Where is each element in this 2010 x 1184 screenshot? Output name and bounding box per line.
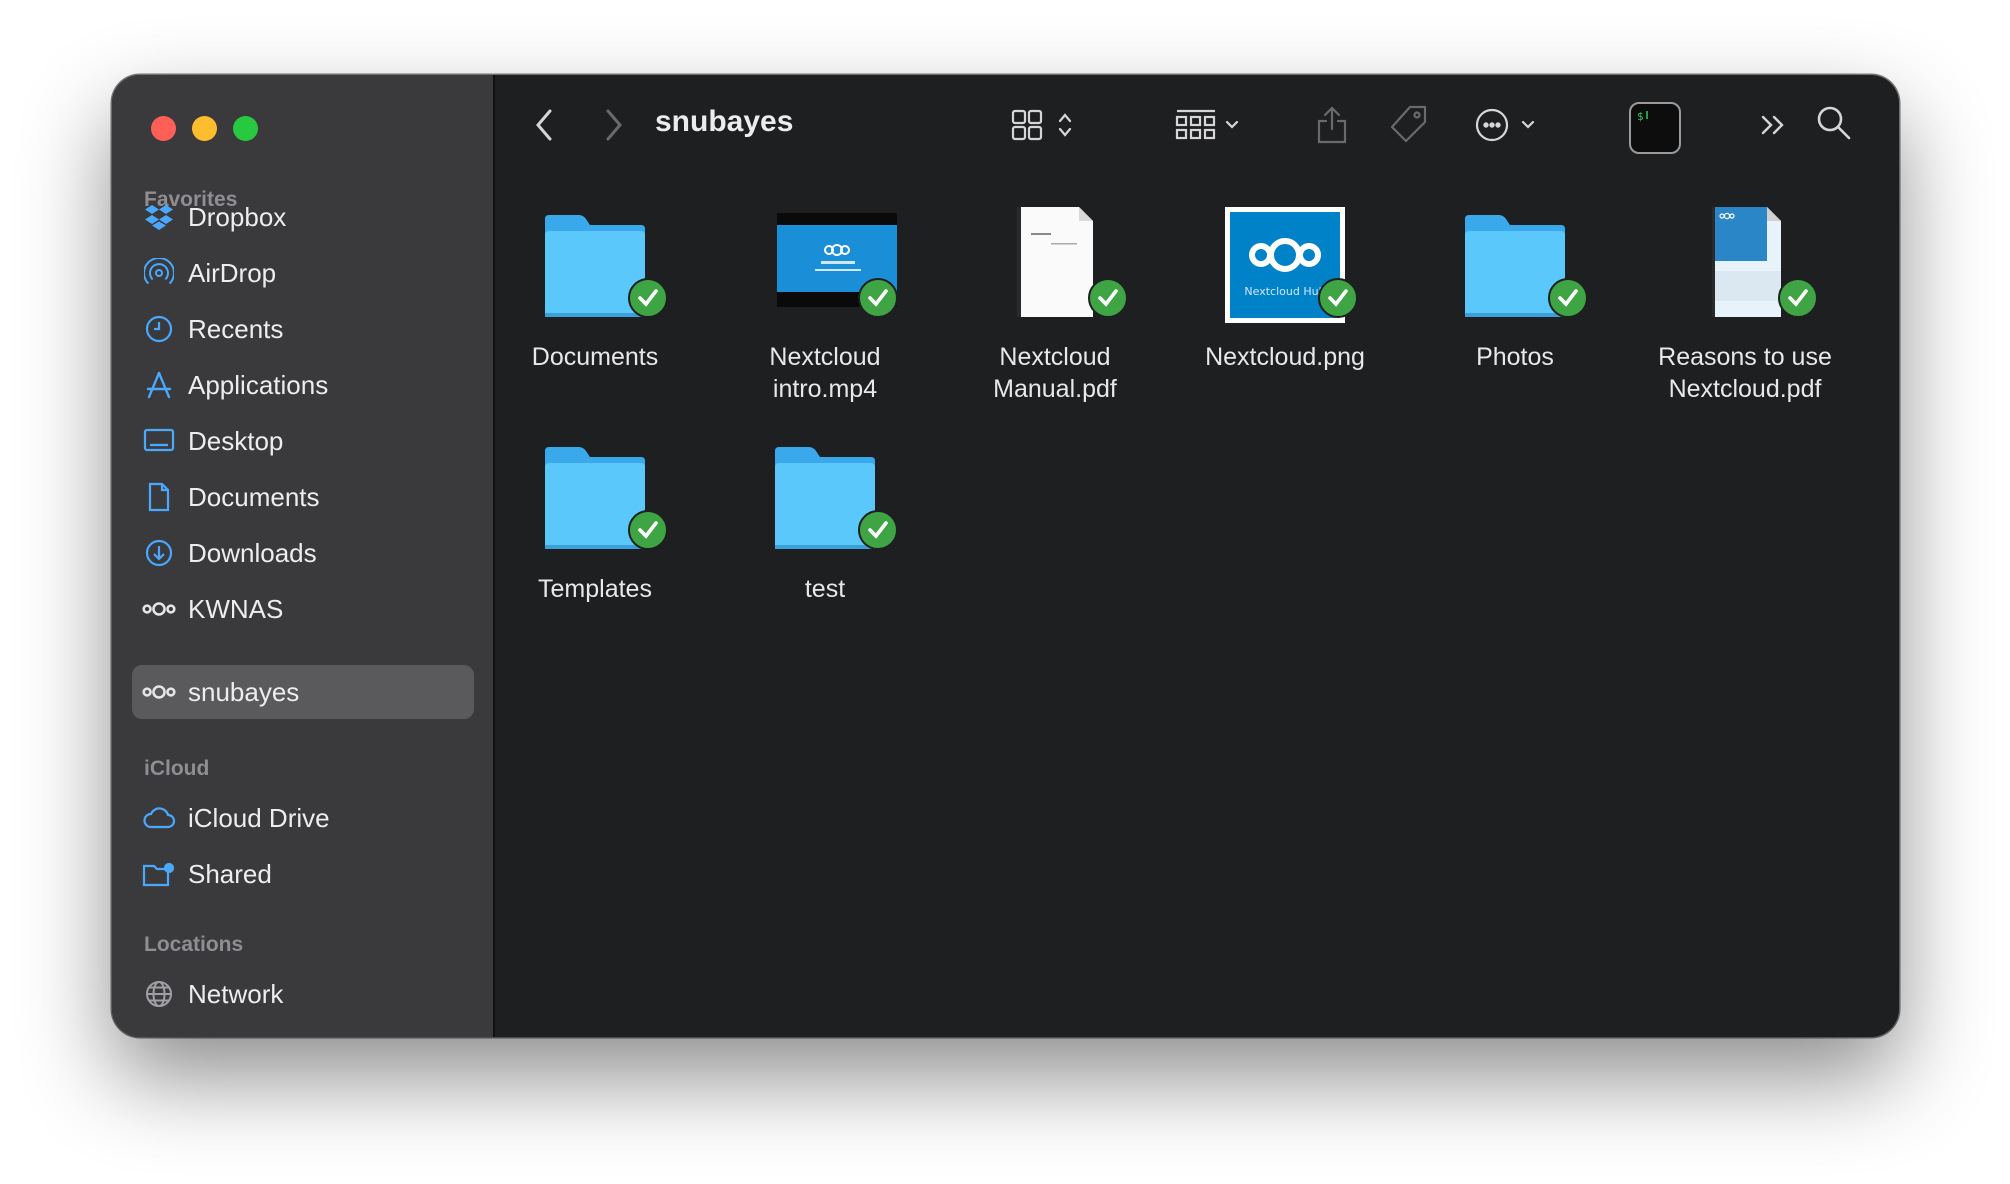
image-thumbnail: Nextcloud Hub xyxy=(1185,185,1385,325)
back-button[interactable] xyxy=(533,99,555,151)
sidebar-item-recents[interactable]: Recents xyxy=(132,302,474,356)
sidebar-item-label: Dropbox xyxy=(188,201,287,232)
video-thumbnail xyxy=(725,185,925,325)
file-name: Templates xyxy=(538,575,652,603)
sidebar-item-shared[interactable]: Shared xyxy=(132,847,474,901)
dropbox-icon xyxy=(142,200,176,234)
file-name: Nextcloud intro.mp4 xyxy=(769,343,881,403)
share-button[interactable] xyxy=(1315,99,1349,151)
applications-icon xyxy=(142,368,176,402)
sidebar-item-kwnas[interactable]: KWNAS xyxy=(132,582,474,636)
sidebar-item-label: snubayes xyxy=(188,676,300,707)
sync-status-icon xyxy=(1318,278,1358,318)
tag-button[interactable] xyxy=(1388,99,1430,151)
download-icon xyxy=(142,536,176,570)
sync-status-icon xyxy=(1088,278,1128,318)
sidebar-item-label: Downloads xyxy=(188,537,317,568)
file-item-nextcloud-intro-mp4[interactable]: Nextcloud intro.mp4 xyxy=(725,185,925,405)
sidebar-item-label: Documents xyxy=(188,481,320,512)
terminal-button[interactable]: $ xyxy=(1629,102,1681,154)
sync-status-icon xyxy=(1548,278,1588,318)
folder-icon xyxy=(495,417,695,557)
sidebar-item-label: Desktop xyxy=(188,425,284,456)
document-icon xyxy=(142,480,176,514)
clock-icon xyxy=(142,312,176,346)
sidebar-item-label: Applications xyxy=(188,369,329,400)
airdrop-icon xyxy=(142,256,176,290)
file-item-nextcloud-manual-pdf[interactable]: Nextcloud Manual.pdf xyxy=(955,185,1155,405)
file-name: Photos xyxy=(1476,343,1554,371)
search-button[interactable] xyxy=(1815,99,1853,151)
zoom-button[interactable] xyxy=(233,116,258,141)
sidebar-item-label: Network xyxy=(188,978,284,1009)
nextcloud-icon xyxy=(142,675,176,709)
globe-icon xyxy=(142,977,176,1011)
sidebar-item-icloud-drive[interactable]: iCloud Drive xyxy=(132,791,474,845)
sync-status-icon xyxy=(628,278,668,318)
folder-icon xyxy=(495,185,695,325)
sidebar-item-desktop[interactable]: Desktop xyxy=(132,414,474,468)
file-grid: Documents Nextcloud intro.mp4 Nextcloud Ma… xyxy=(495,185,1899,1037)
sidebar-item-documents[interactable]: Documents xyxy=(132,470,474,524)
sidebar-item-label: iCloud Drive xyxy=(188,802,330,833)
sidebar-item-airdrop[interactable]: AirDrop xyxy=(132,246,474,300)
sidebar-item-label: Recents xyxy=(188,313,284,344)
sidebar-item-applications[interactable]: Applications xyxy=(132,358,474,412)
file-item-photos[interactable]: Photos xyxy=(1415,185,1615,373)
more-actions-button[interactable] xyxy=(1475,99,1545,151)
sidebar-item-downloads[interactable]: Downloads xyxy=(132,526,474,580)
file-item-reasons-to-use-nextcloud-pdf[interactable]: Reasons to use Nextcloud.pdf xyxy=(1645,185,1845,405)
pdf-thumbnail xyxy=(955,185,1155,325)
view-mode-button[interactable] xyxy=(1010,99,1082,151)
folder-icon xyxy=(1415,185,1615,325)
sidebar-item-label: AirDrop xyxy=(188,257,277,288)
file-item-templates[interactable]: Templates xyxy=(495,417,695,605)
sidebar-item-snubayes[interactable]: snubayes xyxy=(132,665,474,719)
file-name: test xyxy=(804,575,846,603)
folder-icon xyxy=(725,417,925,557)
finder-window: Favorites Dropbox AirDrop Recents Applic… xyxy=(112,75,1899,1037)
file-name: Nextcloud.png xyxy=(1205,343,1365,371)
sidebar-item-dropbox[interactable]: Dropbox xyxy=(132,190,474,244)
sidebar-item-label: KWNAS xyxy=(188,593,284,624)
sidebar-item-network[interactable]: Network xyxy=(132,967,474,1021)
sidebar-item-label: Shared xyxy=(188,858,272,889)
pdf-thumbnail xyxy=(1645,185,1845,325)
cloud-icon xyxy=(142,801,176,835)
sidebar-section-icloud: iCloud xyxy=(144,757,210,780)
window-controls xyxy=(151,116,258,141)
shared-folder-icon xyxy=(142,857,176,891)
sync-status-icon xyxy=(1778,278,1818,318)
forward-button[interactable] xyxy=(603,99,625,151)
nextcloud-icon xyxy=(142,592,176,626)
file-name: Documents xyxy=(531,343,659,371)
close-button[interactable] xyxy=(151,116,176,141)
file-item-test[interactable]: test xyxy=(725,417,925,605)
file-name: Reasons to use Nextcloud.pdf xyxy=(1658,343,1832,403)
file-item-documents[interactable]: Documents xyxy=(495,185,695,373)
sync-status-icon xyxy=(858,278,898,318)
minimize-button[interactable] xyxy=(192,116,217,141)
sidebar: Favorites Dropbox AirDrop Recents Applic… xyxy=(112,75,495,1037)
window-title: snubayes xyxy=(655,105,794,138)
file-item-nextcloud-png[interactable]: Nextcloud Hub Nextcloud.png xyxy=(1185,185,1385,373)
sync-status-icon xyxy=(858,510,898,550)
sidebar-section-locations: Locations xyxy=(144,933,244,956)
desktop-icon xyxy=(142,424,176,458)
svg-text:$: $ xyxy=(1637,110,1644,123)
search-icon xyxy=(1815,103,1853,148)
file-name: Nextcloud Manual.pdf xyxy=(993,343,1117,403)
sync-status-icon xyxy=(628,510,668,550)
toolbar: snubayes $ xyxy=(495,75,1899,185)
expand-toolbar-button[interactable] xyxy=(1757,99,1791,151)
group-by-button[interactable] xyxy=(1175,99,1245,151)
